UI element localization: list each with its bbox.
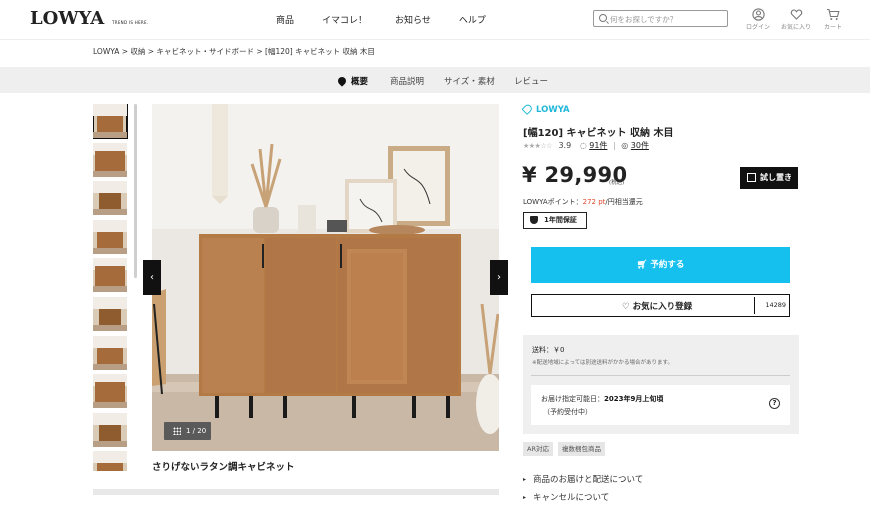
- nav-item-products[interactable]: 商品: [276, 13, 294, 26]
- camera-icon: ◎: [621, 141, 629, 150]
- chevron-right-icon: ›: [497, 272, 501, 283]
- cancel-info-link[interactable]: キャンセルについて: [523, 491, 609, 503]
- pin-icon: [336, 75, 348, 87]
- tab-description[interactable]: 商品説明: [390, 75, 424, 87]
- user-icon: [751, 8, 765, 21]
- divider: |: [612, 141, 616, 150]
- heart-icon: ♡: [622, 302, 633, 312]
- cart-icon: 🛒︎: [636, 260, 651, 270]
- section-divider: [93, 489, 499, 495]
- cube-icon: [747, 173, 756, 182]
- tab-overview[interactable]: 概要: [336, 75, 369, 87]
- tax-note: (税込): [609, 180, 625, 186]
- trial-label: 試し置き: [760, 173, 792, 182]
- tab-review[interactable]: レビュー: [514, 75, 548, 87]
- shipping-note: ※配送地域によっては別途送料がかかる場合があります。: [532, 360, 674, 366]
- warranty-badge: 1年間保証: [523, 212, 587, 229]
- thumbnail[interactable]: [93, 451, 127, 471]
- login-label: ログイン: [745, 24, 770, 31]
- multi-package-chip: 複数梱包商品: [558, 442, 605, 456]
- points-value: 272 pt: [582, 198, 606, 206]
- cart-label: カート: [823, 24, 842, 31]
- next-image-button[interactable]: ›: [490, 260, 508, 295]
- points-prefix: LOWYAポイント：: [523, 198, 583, 206]
- reserve-label: 予約する: [650, 260, 685, 270]
- ar-chip: AR対応: [523, 442, 553, 456]
- image-counter[interactable]: 1 / 20: [164, 422, 211, 440]
- thumbnail-list: [93, 104, 129, 471]
- rating-value: 3.9: [558, 141, 572, 150]
- delivery-date: 2023年9月上旬頃: [604, 395, 664, 403]
- points-suffix: /円相当還元: [605, 198, 643, 206]
- delivery-prefix: お届け指定可能日：: [541, 395, 604, 403]
- search-icon: [599, 14, 607, 22]
- thumbnail[interactable]: [93, 412, 127, 447]
- thumbnail-scrollbar[interactable]: [134, 104, 137, 278]
- favorite-label: ♡ お気に入り登録: [622, 300, 692, 312]
- chevron-left-icon: ‹: [150, 272, 154, 283]
- thumbnail[interactable]: [93, 181, 127, 216]
- delivery-info: お届け指定可能日：2023年9月上旬頃 （予約受付中） ?: [531, 385, 790, 425]
- add-favorite-button[interactable]: ♡ お気に入り登録 14289: [531, 294, 790, 317]
- main-nav: 商品 イマコレ！ お知らせ ヘルプ: [276, 13, 514, 26]
- photo-count-link[interactable]: 30件: [631, 141, 649, 150]
- thumbnail[interactable]: [93, 142, 127, 177]
- delivery-info-link[interactable]: 商品のお届けと配送について: [523, 473, 643, 485]
- cart-button[interactable]: カート: [817, 8, 849, 31]
- prev-image-button[interactable]: ‹: [143, 260, 161, 295]
- search-placeholder: 何をお探しですか？: [610, 15, 678, 24]
- trial-placement-button[interactable]: 試し置き: [740, 167, 798, 189]
- nav-item-news[interactable]: お知らせ: [395, 13, 431, 26]
- favorites-label: お気に入り: [780, 24, 811, 31]
- product-photo: [152, 104, 499, 451]
- breadcrumb[interactable]: LOWYA > 収納 > キャビネット・サイドボード > [幅120] キャビネ…: [93, 46, 375, 57]
- review-count-link[interactable]: 91件: [589, 141, 607, 150]
- comment-icon: ◌: [579, 141, 587, 150]
- product-tabbar: 概要 商品説明 サイズ・素材 レビュー: [0, 67, 870, 93]
- thumbnail[interactable]: [93, 374, 127, 409]
- help-icon[interactable]: ?: [769, 398, 780, 409]
- search-input[interactable]: 何をお探しですか？: [593, 10, 728, 27]
- image-counter-text: 1 / 20: [186, 427, 207, 435]
- points-info: LOWYAポイント：272 pt/円相当還元: [523, 197, 643, 207]
- shipping-fee: 送料：￥0: [532, 346, 565, 354]
- delivery-status: （予約受付中）: [543, 408, 592, 416]
- rating-row: ★★★☆☆ 3.9 ◌ 91件 | ◎ 30件: [523, 140, 649, 151]
- heart-icon: [790, 9, 802, 20]
- tab-size[interactable]: サイズ・素材: [444, 75, 495, 87]
- login-button[interactable]: ログイン: [742, 8, 774, 31]
- thumbnail[interactable]: [93, 219, 127, 254]
- nav-item-help[interactable]: ヘルプ: [459, 13, 486, 26]
- thumbnail[interactable]: [93, 258, 127, 293]
- thumbnail[interactable]: [93, 104, 128, 139]
- shield-icon: [530, 216, 538, 224]
- brand-link[interactable]: LOWYA: [521, 102, 570, 116]
- tag-icon: [521, 102, 534, 116]
- shipping-divider: [531, 375, 790, 376]
- logo-tagline: TREND IS HERE.: [112, 20, 149, 25]
- nav-item-imakore[interactable]: イマコレ！: [322, 13, 367, 26]
- grid-icon: [173, 427, 181, 435]
- tab-overview-label: 概要: [351, 77, 369, 87]
- favorites-button[interactable]: お気に入り: [780, 8, 812, 31]
- star-rating: ★★★☆☆: [523, 142, 552, 150]
- brand-name: LOWYA: [536, 105, 570, 115]
- cart-icon: [827, 8, 840, 20]
- image-caption: さりげないラタン調キャビネット: [152, 462, 295, 473]
- warranty-label: 1年間保証: [544, 216, 577, 224]
- product-title: [幅120] キャビネット 収納 木目: [523, 128, 674, 139]
- product-main-image[interactable]: [152, 104, 499, 451]
- thumbnail[interactable]: [93, 335, 127, 370]
- logo[interactable]: LOWYA: [30, 8, 104, 29]
- thumbnail[interactable]: [93, 296, 127, 331]
- reserve-button[interactable]: 🛒︎ 予約する: [531, 247, 790, 283]
- delivery-date-row: お届け指定可能日：2023年9月上旬頃: [541, 394, 663, 404]
- favorite-count: 14289: [754, 297, 790, 314]
- site-header: LOWYA TREND IS HERE. 商品 イマコレ！ お知らせ ヘルプ 何…: [0, 0, 870, 40]
- favorite-text: お気に入り登録: [632, 302, 693, 312]
